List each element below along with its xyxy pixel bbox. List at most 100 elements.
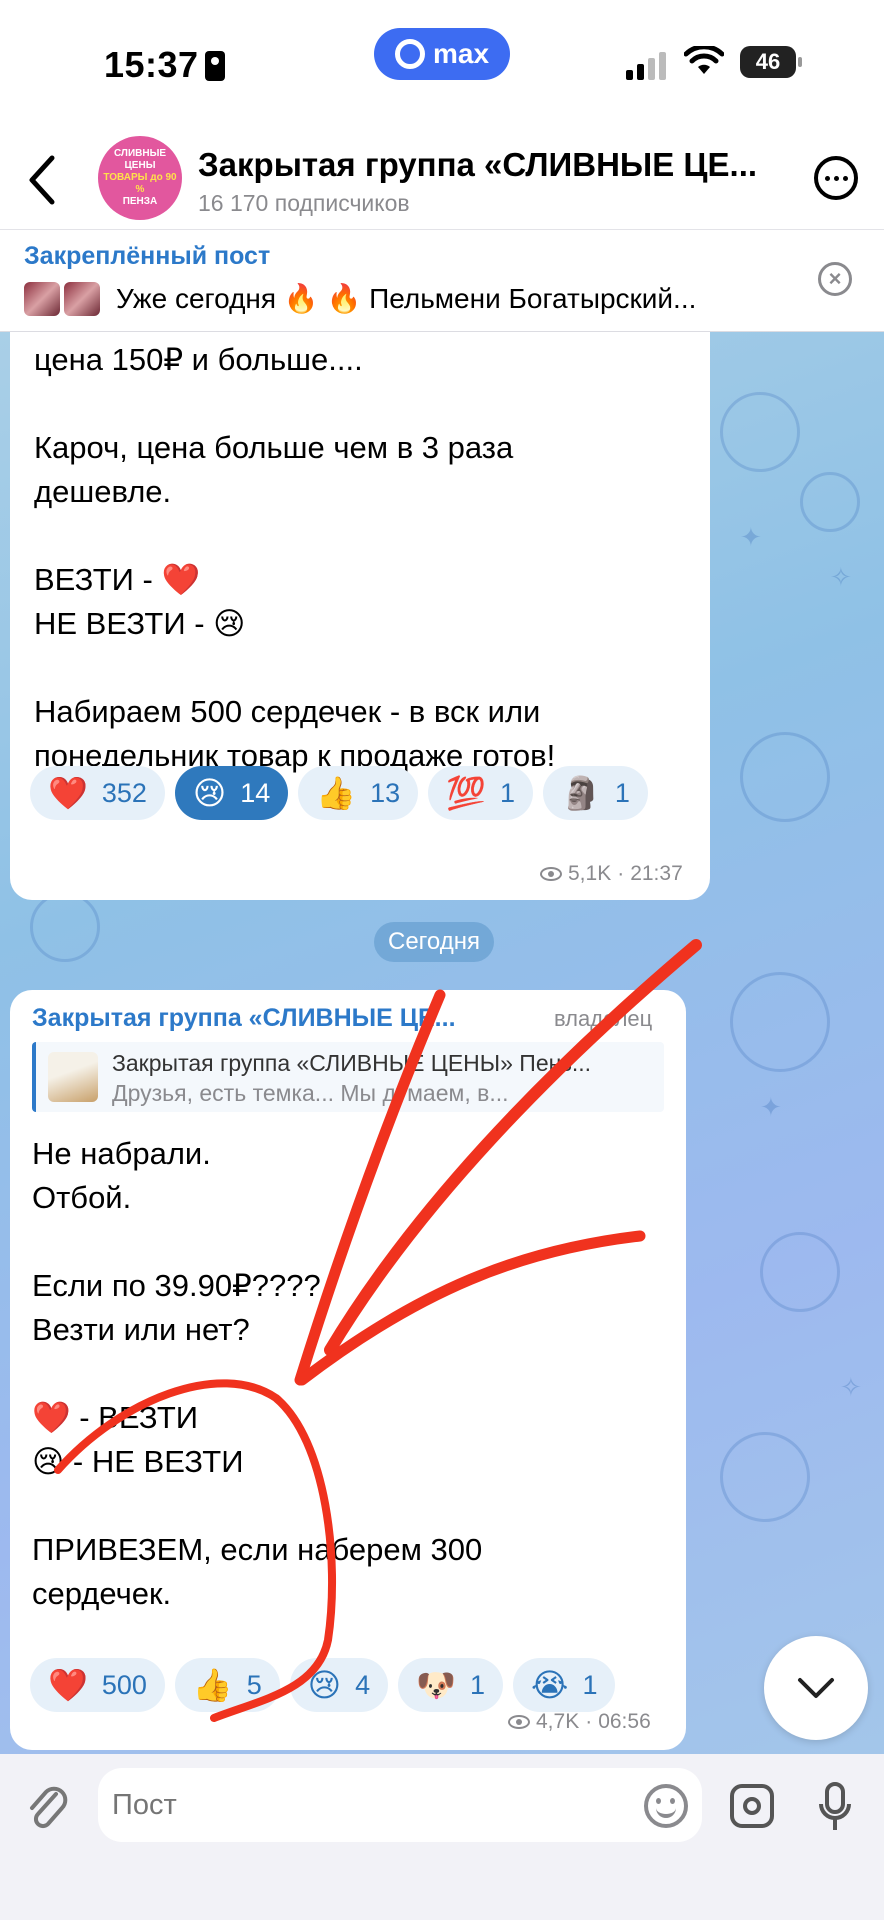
message-meta: 4,7K · 06:56 [508, 1710, 651, 1734]
background-star: ✦ [760, 1092, 782, 1122]
meta-separator: · [617, 862, 625, 885]
avatar-line-2: ТОВАРЫ до 90 % [103, 172, 177, 195]
reaction-count: 1 [500, 777, 516, 808]
reaction-count: 1 [614, 777, 630, 808]
reactions-row: ❤️ 500 👍 5 😢 4 🐶 1 😭 1 [30, 1658, 616, 1712]
reaction-count: 1 [582, 1669, 598, 1700]
views-icon [540, 867, 562, 881]
reaction-count: 5 [246, 1669, 262, 1700]
dot [833, 175, 839, 181]
heart-icon: ❤️ [48, 1667, 88, 1703]
view-count: 5,1K [568, 862, 612, 885]
clock: 15:37 [104, 44, 225, 86]
clock-text: 15:37 [104, 44, 199, 85]
dot [824, 175, 830, 181]
channel-avatar[interactable]: СЛИВНЫЕ ЦЕНЫ ТОВАРЫ до 90 % ПЕНЗА [98, 136, 182, 220]
reaction-heart[interactable]: ❤️ 500 [30, 1658, 165, 1712]
views-icon [508, 1715, 530, 1729]
meta-separator: · [585, 1710, 593, 1733]
max-app-pill[interactable]: max [374, 28, 510, 80]
emoji-smile-icon[interactable] [644, 1784, 688, 1828]
chevron-down-icon [798, 1678, 834, 1698]
post-input[interactable] [98, 1768, 702, 1842]
subscriber-count: 16 170 подписчиков [198, 190, 410, 216]
background-doodle [730, 972, 830, 1072]
reply-quote[interactable]: Закрытая группа «СЛИВНЫЕ ЦЕНЫ» Пенз... Д… [32, 1042, 664, 1112]
background-doodle [760, 1232, 840, 1312]
reaction-dog[interactable]: 🐶 1 [398, 1658, 504, 1712]
background-star: ✦ [740, 522, 762, 552]
avatar-line-1: СЛИВНЫЕ ЦЕНЫ [113, 148, 167, 171]
pinned-message-bar[interactable]: Закреплённый пост Уже сегодня 🔥 🔥 Пельме… [0, 230, 884, 332]
message-time: 21:37 [630, 862, 683, 885]
view-count: 4,7K [536, 1710, 580, 1733]
reaction-crying[interactable]: 😢 4 [289, 1658, 389, 1712]
date-separator: Сегодня [374, 922, 494, 962]
message-bubble[interactable]: цена 150₽ и больше.... Кароч, цена больш… [10, 332, 710, 900]
message-text: Не набрали. Отбой. Если по 39.90₽???? Ве… [32, 1136, 483, 1611]
reaction-thumbs-up[interactable]: 👍 13 [298, 766, 419, 820]
crying-face-icon: 😢 [192, 775, 227, 811]
pinned-text: Уже сегодня 🔥 🔥 Пельмени Богатырский... [116, 283, 697, 314]
background-doodle [740, 732, 830, 822]
pinned-thumb [64, 282, 100, 316]
reaction-sobbing[interactable]: 😭 1 [513, 1658, 616, 1712]
compose-bar [0, 1754, 884, 1920]
reaction-crying[interactable]: 😢 14 [174, 766, 289, 820]
max-logo-icon [394, 39, 425, 69]
pinned-label: Закреплённый пост [24, 242, 271, 270]
more-options-button[interactable] [814, 156, 858, 200]
max-label: max [432, 38, 490, 69]
background-doodle [800, 472, 860, 532]
thumbs-up-icon: 👍 [316, 775, 357, 811]
battery-level: 46 [755, 49, 781, 74]
message-time: 06:56 [598, 1710, 651, 1733]
wifi-icon [684, 46, 724, 74]
quote-body: Друзья, есть темка... Мы думаем, в... [112, 1080, 509, 1106]
reaction-100[interactable]: 💯 1 [428, 766, 534, 820]
pinned-thumbnails [24, 282, 100, 316]
dog-face-icon: 🐶 [416, 1667, 457, 1703]
chat-header: СЛИВНЫЕ ЦЕНЫ ТОВАРЫ до 90 % ПЕНЗА Закрыт… [0, 130, 884, 230]
message-bubble[interactable]: Закрытая группа «СЛИВНЫЕ ЦЕ... владелец … [10, 990, 686, 1750]
background-star: ✧ [830, 562, 852, 592]
quote-thumbnail [48, 1052, 98, 1102]
thumbs-up-icon: 👍 [192, 1667, 233, 1703]
chat-title[interactable]: Закрытая группа «СЛИВНЫЕ ЦЕ... [198, 146, 778, 184]
quote-title: Закрытая группа «СЛИВНЫЕ ЦЕНЫ» Пенз... [112, 1050, 592, 1076]
chat-area[interactable]: ✦ ✧ ✦ ✧ цена 150₽ и больше.... Кароч, це… [0, 332, 884, 1754]
reaction-heart[interactable]: ❤️ 352 [30, 766, 165, 820]
background-doodle [30, 892, 100, 962]
heart-icon: ❤️ [48, 775, 88, 811]
cellular-signal-icon [626, 52, 666, 80]
reaction-count: 13 [370, 777, 401, 808]
back-button[interactable] [22, 152, 66, 208]
close-pinned-icon[interactable]: × [818, 262, 852, 296]
background-doodle [720, 1432, 810, 1522]
reaction-thumbs-up[interactable]: 👍 5 [174, 1658, 280, 1712]
reaction-moai[interactable]: 🗿 1 [543, 766, 648, 820]
camera-icon[interactable] [730, 1784, 774, 1828]
background-star: ✧ [840, 1372, 862, 1402]
reaction-count: 4 [355, 1669, 371, 1700]
reaction-count: 500 [101, 1669, 147, 1700]
focus-icon [204, 51, 225, 81]
scroll-to-bottom-button[interactable] [764, 1636, 868, 1740]
moai-icon: 🗿 [561, 775, 601, 811]
sobbing-face-icon: 😭 [531, 1667, 569, 1703]
sender-name[interactable]: Закрытая группа «СЛИВНЫЕ ЦЕ... [32, 1004, 512, 1033]
reaction-count: 1 [470, 1669, 486, 1700]
message-text: цена 150₽ и больше.... Кароч, цена больш… [34, 342, 556, 773]
crying-face-icon: 😢 [307, 1667, 342, 1703]
microphone-icon[interactable] [818, 1780, 852, 1836]
hundred-icon: 💯 [446, 775, 487, 811]
background-doodle [720, 392, 800, 472]
message-meta: 5,1K · 21:37 [540, 862, 683, 886]
reactions-row: ❤️ 352 😢 14 👍 13 💯 1 🗿 1 [30, 766, 648, 820]
sender-role: владелец [554, 1006, 653, 1031]
reaction-count: 14 [240, 777, 271, 808]
battery-icon: 46 [740, 46, 802, 78]
reaction-count: 352 [101, 777, 147, 808]
paperclip-icon[interactable] [26, 1784, 70, 1834]
dot [842, 175, 848, 181]
